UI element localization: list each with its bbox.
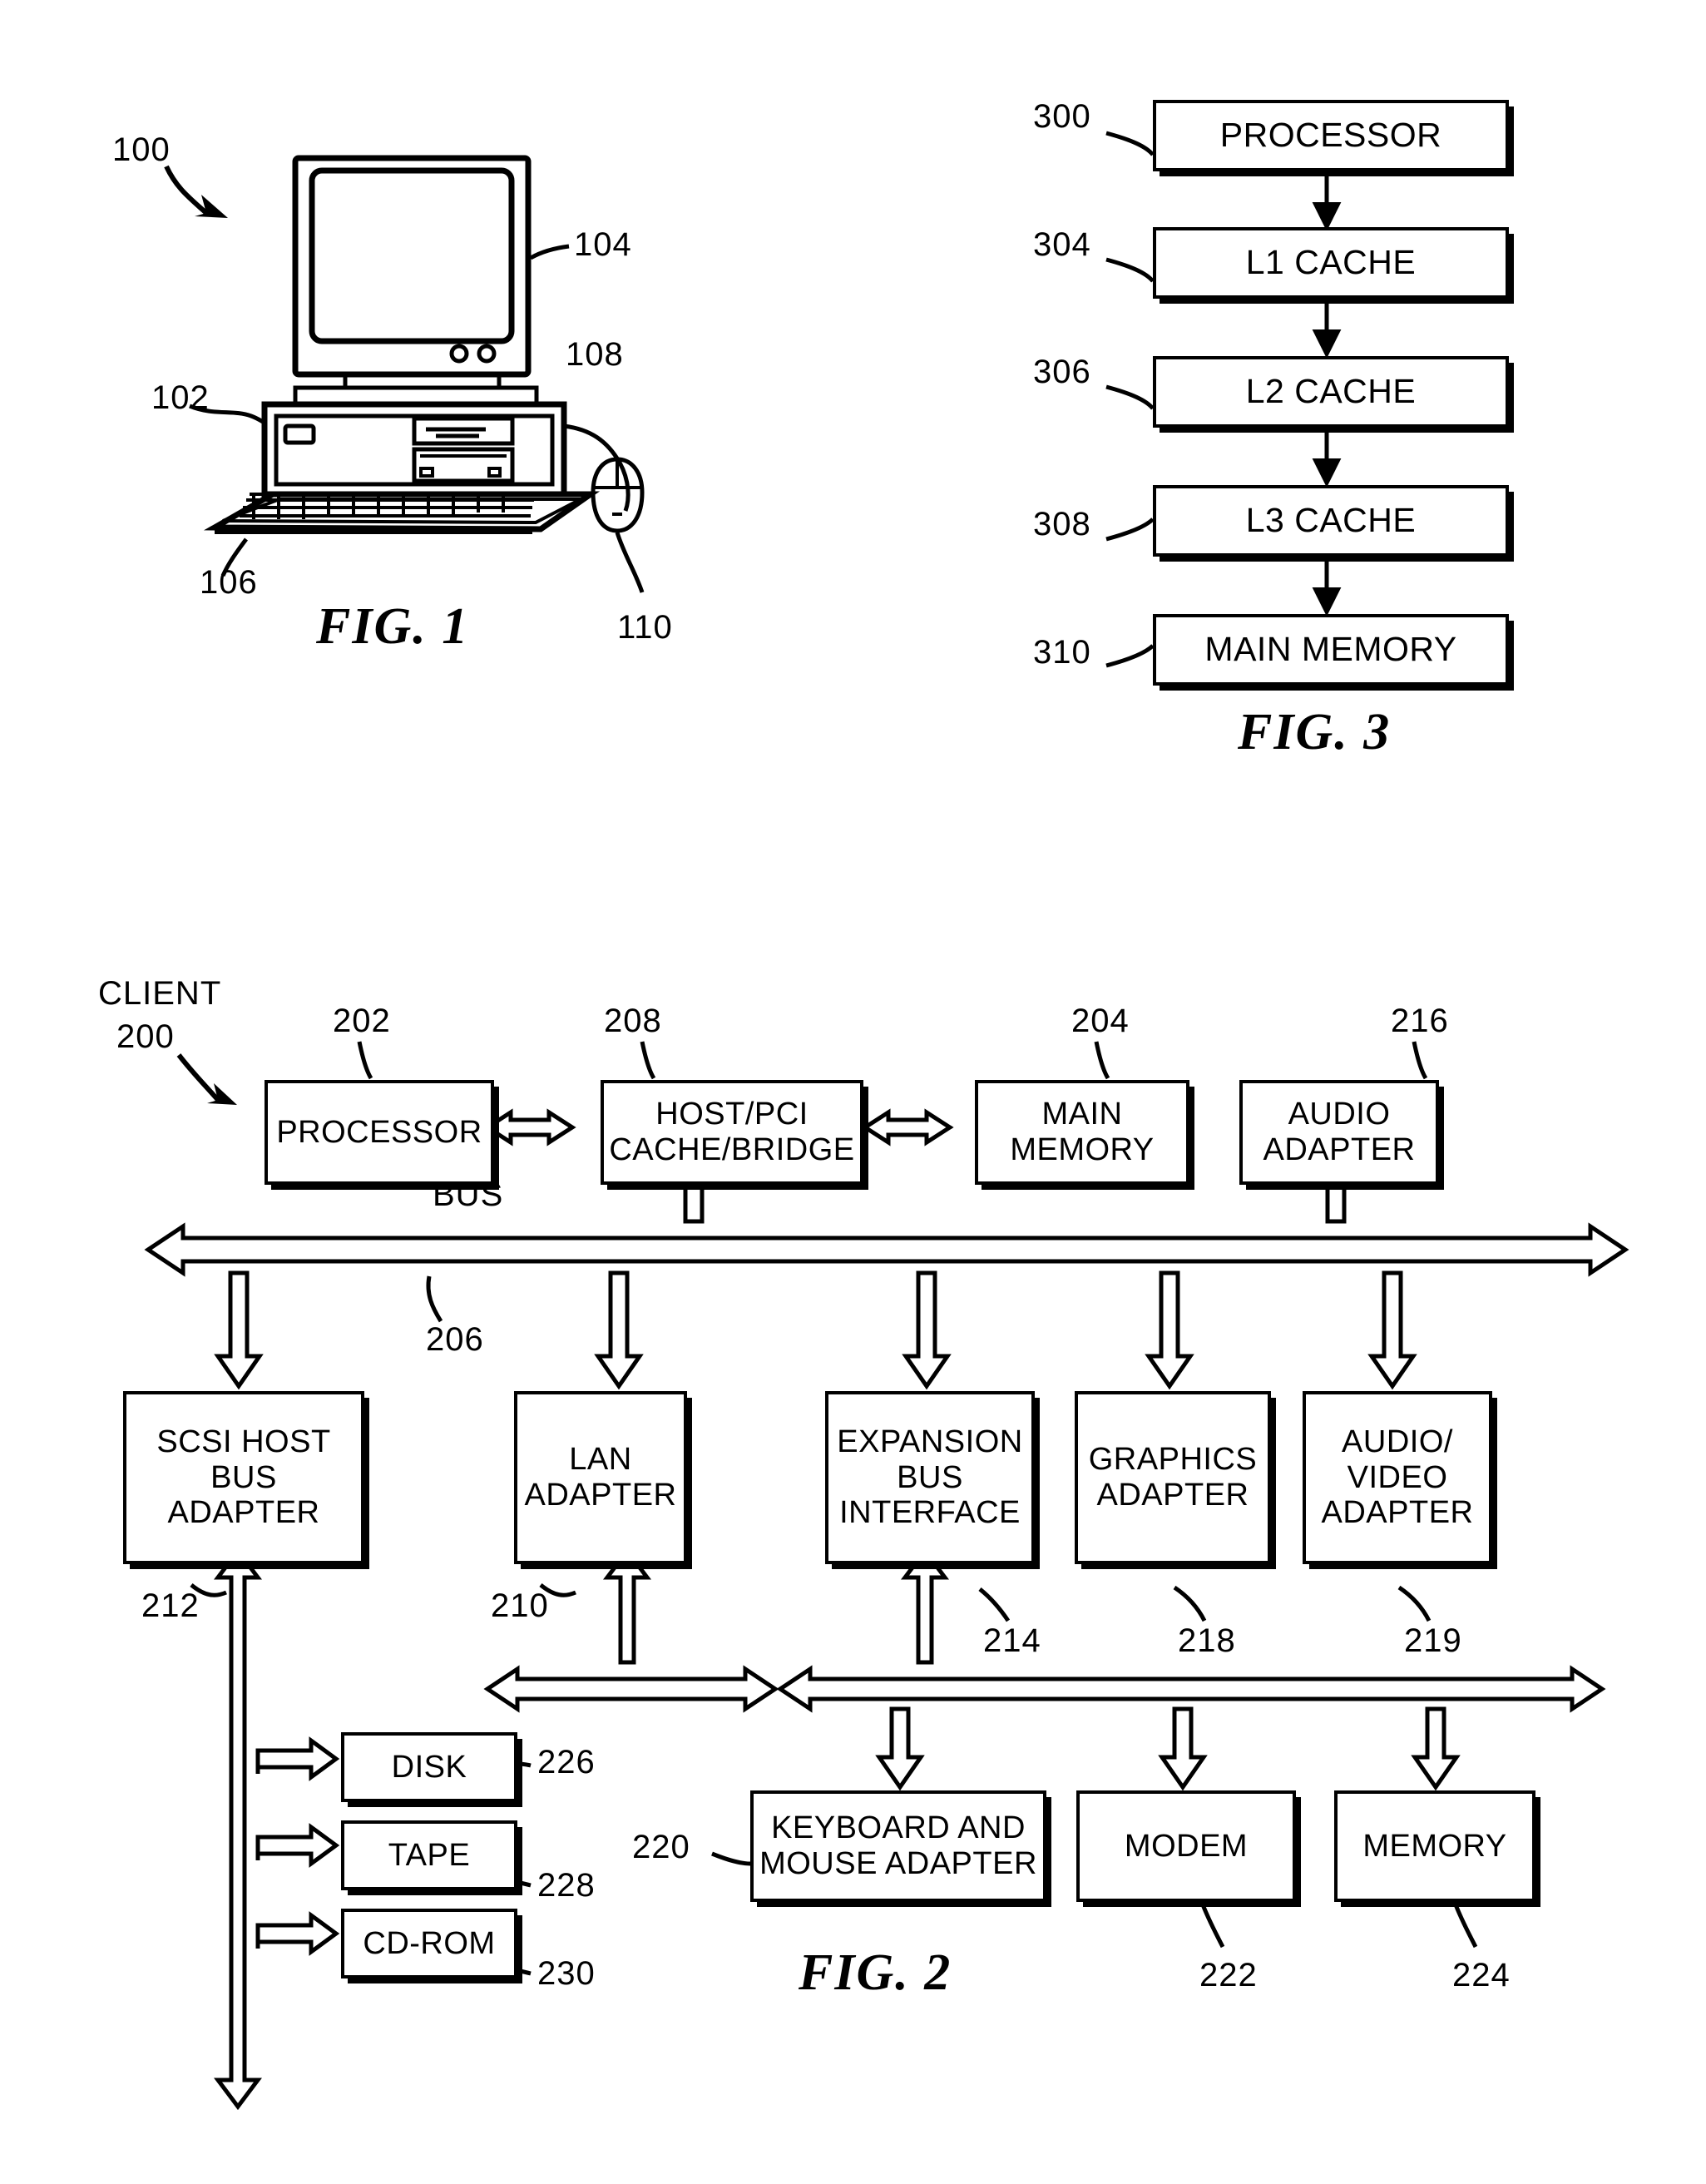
fig2-box-memory: MEMORY bbox=[1334, 1790, 1535, 1902]
fig2-ref-218: 218 bbox=[1178, 1622, 1236, 1659]
fig2-box-graphics-line1: GRAPHICS bbox=[1088, 1442, 1258, 1478]
fig2-box-expansion-line2: BUS bbox=[897, 1459, 963, 1495]
fig2-box-cdrom-label: CD-ROM bbox=[363, 1925, 496, 1961]
fig2-box-graphics-adapter: GRAPHICS ADAPTER bbox=[1075, 1391, 1271, 1564]
fig2-ref-214: 214 bbox=[983, 1622, 1041, 1659]
fig2-box-scsi-host-bus-adapter: SCSI HOST BUS ADAPTER bbox=[123, 1391, 364, 1564]
fig2-box-tape-label: TAPE bbox=[388, 1837, 471, 1873]
fig2-box-kbd-line2: MOUSE ADAPTER bbox=[759, 1846, 1037, 1881]
fig2-box-lan-line2: ADAPTER bbox=[524, 1478, 677, 1513]
fig2-box-disk: DISK bbox=[341, 1732, 517, 1802]
fig2-ref-219: 219 bbox=[1404, 1622, 1462, 1659]
fig2-box-kbd-line1: KEYBOARD AND bbox=[771, 1810, 1026, 1846]
fig2-ref-224: 224 bbox=[1452, 1957, 1511, 1993]
fig2-box-scsi-line1: SCSI HOST bbox=[156, 1424, 331, 1460]
fig2-ref-220: 220 bbox=[632, 1829, 690, 1865]
fig2-box-expansion-line3: INTERFACE bbox=[839, 1495, 1021, 1531]
fig2-box-av-line3: ADAPTER bbox=[1321, 1495, 1474, 1531]
fig2-box-expansion-line1: EXPANSION bbox=[837, 1424, 1023, 1460]
fig2-ref-230: 230 bbox=[537, 1955, 596, 1992]
fig2-box-modem: MODEM bbox=[1076, 1790, 1296, 1902]
fig2-box-scsi-line2: BUS ADAPTER bbox=[167, 1459, 320, 1531]
fig2-box-keyboard-mouse-adapter: KEYBOARD AND MOUSE ADAPTER bbox=[750, 1790, 1046, 1902]
fig2-box-modem-label: MODEM bbox=[1124, 1828, 1249, 1864]
fig2-box-audio-video-adapter: AUDIO/ VIDEO ADAPTER bbox=[1303, 1391, 1492, 1564]
patent-drawing-sheet: 100 102 104 106 108 110 FIG. 1 PROCESSOR… bbox=[0, 0, 1706, 2184]
fig2-ref-212: 212 bbox=[141, 1587, 200, 1624]
fig2-bus-label: BUS bbox=[433, 1176, 504, 1213]
fig2-box-av-line2: VIDEO bbox=[1347, 1459, 1448, 1495]
fig2-box-av-line1: AUDIO/ bbox=[1342, 1424, 1453, 1460]
fig2-bus-ref: 206 bbox=[426, 1321, 484, 1358]
fig2-box-tape: TAPE bbox=[341, 1820, 517, 1890]
fig2-ref-228: 228 bbox=[537, 1867, 596, 1904]
fig2-box-disk-label: DISK bbox=[391, 1749, 467, 1785]
fig2-box-expansion-bus-interface: EXPANSION BUS INTERFACE bbox=[825, 1391, 1035, 1564]
fig2-box-graphics-line2: ADAPTER bbox=[1096, 1478, 1249, 1513]
fig2-box-lan-line1: LAN bbox=[569, 1442, 632, 1478]
fig2-ref-210: 210 bbox=[491, 1587, 549, 1624]
fig2-box-memory-label: MEMORY bbox=[1362, 1828, 1507, 1864]
fig2-caption: FIG. 2 bbox=[799, 1944, 952, 2001]
fig2-ref-226: 226 bbox=[537, 1744, 596, 1780]
fig2-box-cdrom: CD-ROM bbox=[341, 1909, 517, 1978]
fig2-box-lan-adapter: LAN ADAPTER bbox=[514, 1391, 687, 1564]
fig2-ref-222: 222 bbox=[1199, 1957, 1258, 1993]
